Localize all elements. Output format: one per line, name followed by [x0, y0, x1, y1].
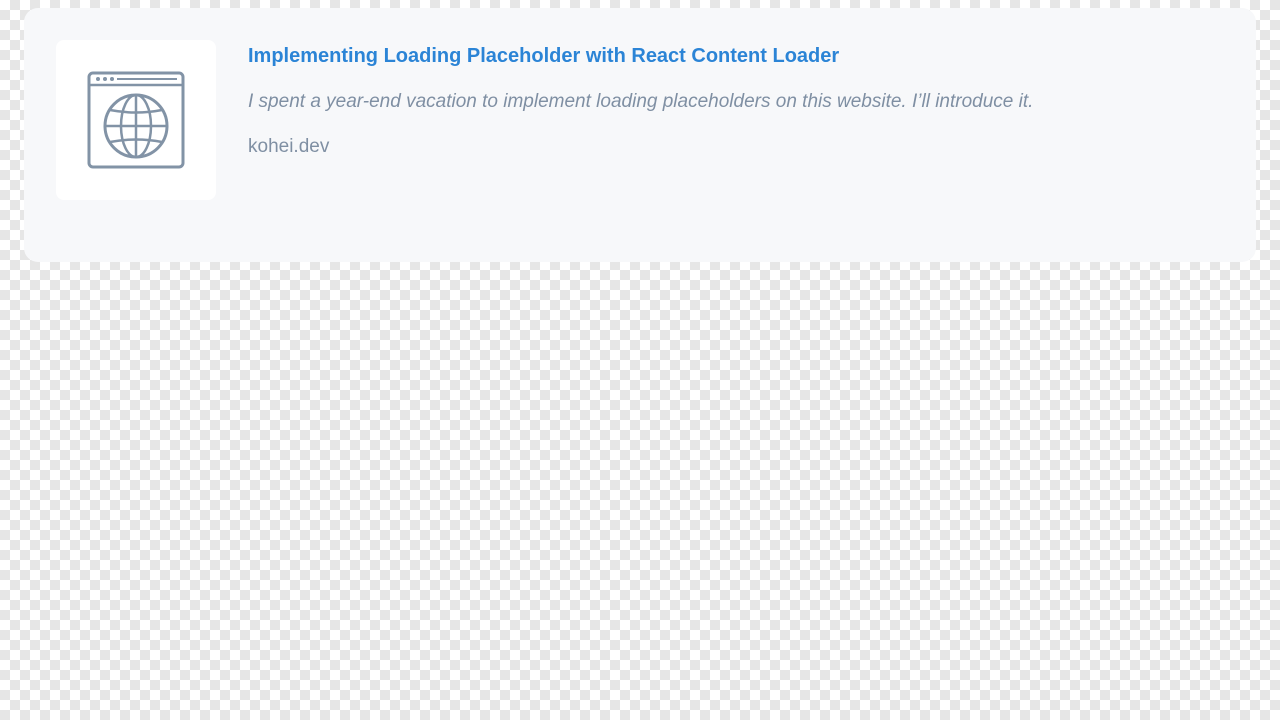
card-description: I spent a year-end vacation to implement…: [248, 91, 1034, 112]
browser-globe-icon: [87, 71, 185, 169]
card-title[interactable]: Implementing Loading Placeholder with Re…: [248, 42, 1224, 70]
link-preview-card[interactable]: Implementing Loading Placeholder with Re…: [24, 8, 1256, 262]
card-content: Implementing Loading Placeholder with Re…: [248, 40, 1224, 160]
card-domain: kohei.dev: [248, 136, 330, 157]
thumbnail: [56, 40, 216, 200]
